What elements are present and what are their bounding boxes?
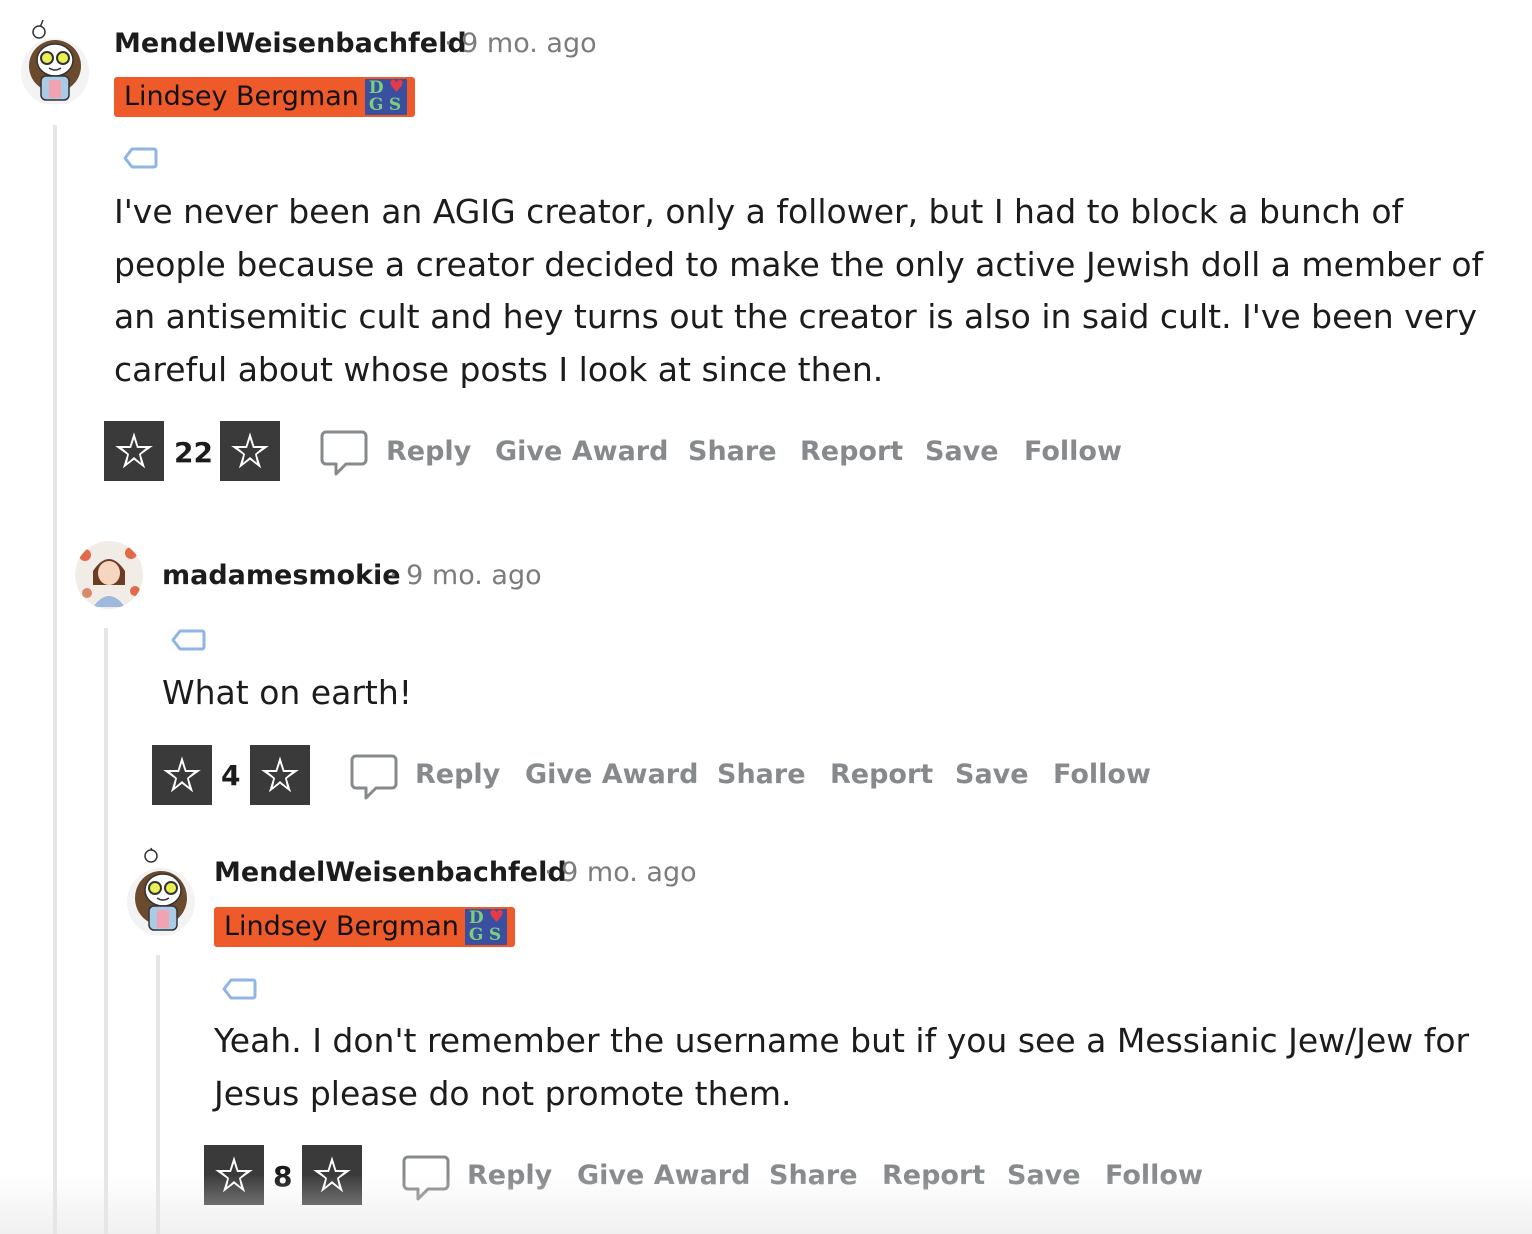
report-button[interactable]: Report: [800, 436, 903, 467]
tag-icon[interactable]: [123, 146, 159, 170]
share-button[interactable]: Share: [688, 436, 777, 467]
reply-button[interactable]: Reply: [467, 1160, 552, 1191]
speech-bubble-icon[interactable]: [350, 752, 398, 800]
thread-line-1[interactable]: [53, 125, 57, 1234]
save-button[interactable]: Save: [1007, 1160, 1081, 1191]
flair-text: Lindsey Bergman: [124, 81, 359, 112]
reply-button[interactable]: Reply: [386, 436, 471, 467]
reply-button[interactable]: Reply: [415, 759, 500, 790]
follow-button[interactable]: Follow: [1053, 759, 1151, 790]
report-button[interactable]: Report: [830, 759, 933, 790]
upvote-star-icon: [156, 749, 208, 798]
user-avatar[interactable]: [123, 842, 199, 936]
upvote-button[interactable]: [104, 421, 164, 481]
username[interactable]: MendelWeisenbachfeld: [214, 857, 567, 888]
downvote-button[interactable]: [220, 421, 280, 481]
downvote-star-icon: [254, 749, 306, 798]
downvote-star-icon: [224, 425, 276, 474]
username[interactable]: madamesmokie: [162, 560, 401, 591]
vote-score: 4: [221, 759, 241, 792]
comment-body: I've never been an AGIG creator, only a …: [114, 192, 1484, 389]
report-button[interactable]: Report: [882, 1160, 985, 1191]
tag-icon[interactable]: [222, 977, 258, 1001]
downvote-star-icon: [306, 1149, 358, 1198]
speech-bubble-icon[interactable]: [402, 1153, 450, 1201]
thread-line-2[interactable]: [104, 628, 108, 1234]
follow-button[interactable]: Follow: [1024, 436, 1122, 467]
speech-bubble-icon[interactable]: [320, 428, 368, 476]
tag-icon[interactable]: [171, 628, 207, 652]
save-button[interactable]: Save: [925, 436, 999, 467]
downvote-button[interactable]: [302, 1145, 362, 1205]
user-avatar[interactable]: [75, 541, 143, 609]
comment-body: What on earth!: [162, 673, 412, 712]
upvote-star-icon: [208, 1149, 260, 1198]
vote-score: 22: [174, 436, 213, 469]
save-button[interactable]: Save: [955, 759, 1029, 790]
comment-body: Yeah. I don't remember the username but …: [214, 1021, 1470, 1113]
flair-emoji-icon: D ♥ G S: [364, 79, 407, 115]
upvote-button[interactable]: [204, 1145, 264, 1205]
user-avatar[interactable]: [17, 14, 93, 104]
user-flair: Lindsey Bergman D ♥ G S: [214, 907, 515, 947]
user-flair: Lindsey Bergman D ♥ G S: [114, 77, 415, 117]
downvote-button[interactable]: [250, 745, 310, 805]
timestamp[interactable]: · 9 mo. ago: [444, 28, 597, 59]
give-award-button[interactable]: Give Award: [495, 436, 668, 467]
vote-score: 8: [273, 1160, 293, 1193]
flair-emoji-icon: D ♥ G S: [464, 909, 507, 945]
share-button[interactable]: Share: [717, 759, 806, 790]
give-award-button[interactable]: Give Award: [577, 1160, 750, 1191]
share-button[interactable]: Share: [769, 1160, 858, 1191]
upvote-star-icon: [108, 425, 160, 474]
timestamp[interactable]: · 9 mo. ago: [544, 857, 697, 888]
follow-button[interactable]: Follow: [1105, 1160, 1203, 1191]
timestamp[interactable]: · 9 mo. ago: [389, 560, 542, 591]
username[interactable]: MendelWeisenbachfeld: [114, 28, 467, 59]
upvote-button[interactable]: [152, 745, 212, 805]
thread-line-3[interactable]: [156, 955, 160, 1234]
give-award-button[interactable]: Give Award: [525, 759, 698, 790]
flair-text: Lindsey Bergman: [224, 911, 459, 942]
